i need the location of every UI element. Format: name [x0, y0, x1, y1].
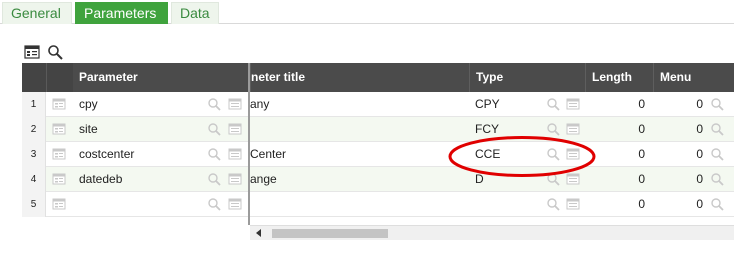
- lookup-icon[interactable]: [207, 97, 221, 111]
- cell-menu[interactable]: 0: [653, 167, 709, 192]
- table-row[interactable]: 3 costcenter Center CCE 0 0: [22, 142, 734, 167]
- row-detail-icon[interactable]: [52, 122, 66, 136]
- header-title[interactable]: neter title: [250, 63, 469, 92]
- lookup-icon[interactable]: [207, 122, 221, 136]
- cell-length[interactable]: 0: [585, 192, 653, 217]
- lookup-icon[interactable]: [207, 147, 221, 161]
- tab-general[interactable]: General: [2, 2, 72, 24]
- grid-view-icon[interactable]: [24, 44, 40, 60]
- detail-icon[interactable]: [566, 97, 580, 111]
- cell-title[interactable]: [250, 192, 469, 217]
- cell-length[interactable]: 0: [585, 92, 653, 117]
- row-detail-icon[interactable]: [52, 197, 66, 211]
- header-type[interactable]: Type: [469, 63, 585, 92]
- cell-parameter[interactable]: datedeb: [79, 167, 199, 192]
- lookup-icon[interactable]: [546, 97, 560, 111]
- cell-menu[interactable]: 0: [653, 192, 709, 217]
- detail-icon[interactable]: [228, 122, 242, 136]
- row-detail-icon[interactable]: [52, 172, 66, 186]
- tab-parameters[interactable]: Parameters: [75, 2, 168, 24]
- table-row[interactable]: 5 0 0: [22, 192, 734, 217]
- table-row[interactable]: 1 cpy any CPY 0 0: [22, 92, 734, 117]
- cell-parameter[interactable]: site: [79, 117, 199, 142]
- detail-icon[interactable]: [228, 97, 242, 111]
- parameters-grid: Parameter neter title Type Length Menu 1…: [22, 63, 734, 240]
- frozen-column-divider[interactable]: [248, 63, 250, 225]
- cell-parameter[interactable]: [79, 192, 199, 217]
- search-icon[interactable]: [47, 44, 63, 60]
- header-rownum: [22, 63, 46, 92]
- lookup-icon[interactable]: [710, 122, 724, 136]
- scroll-left-arrow-icon[interactable]: [256, 229, 261, 237]
- highlight-ellipse: [448, 136, 596, 177]
- table-row[interactable]: 4 datedeb ange D 0 0: [22, 167, 734, 192]
- lookup-icon[interactable]: [710, 172, 724, 186]
- cell-type[interactable]: [475, 192, 545, 217]
- cell-title[interactable]: any: [250, 92, 469, 117]
- header-menu[interactable]: Menu: [653, 63, 734, 92]
- lookup-icon[interactable]: [710, 147, 724, 161]
- cell-parameter[interactable]: costcenter: [79, 142, 199, 167]
- row-detail-icon[interactable]: [52, 97, 66, 111]
- row-number: 2: [22, 117, 46, 142]
- cell-type[interactable]: CPY: [475, 92, 545, 117]
- detail-icon[interactable]: [566, 197, 580, 211]
- scroll-thumb[interactable]: [272, 229, 388, 238]
- lookup-icon[interactable]: [710, 97, 724, 111]
- header-length[interactable]: Length: [585, 63, 653, 92]
- detail-icon[interactable]: [228, 197, 242, 211]
- lookup-icon[interactable]: [207, 172, 221, 186]
- cell-title[interactable]: [250, 117, 469, 142]
- lookup-icon[interactable]: [207, 197, 221, 211]
- lookup-icon[interactable]: [710, 197, 724, 211]
- detail-icon[interactable]: [228, 172, 242, 186]
- tab-data[interactable]: Data: [171, 2, 219, 24]
- row-number: 1: [22, 92, 46, 117]
- cell-menu[interactable]: 0: [653, 92, 709, 117]
- cell-menu[interactable]: 0: [653, 117, 709, 142]
- tab-bar: General Parameters Data: [0, 0, 734, 24]
- cell-menu[interactable]: 0: [653, 142, 709, 167]
- row-number: 3: [22, 142, 46, 167]
- detail-icon[interactable]: [228, 147, 242, 161]
- cell-title[interactable]: Center: [250, 142, 469, 167]
- header-icon-col: [46, 63, 73, 92]
- table-row[interactable]: 2 site FCY 0 0: [22, 117, 734, 142]
- row-number: 5: [22, 192, 46, 217]
- lookup-icon[interactable]: [546, 197, 560, 211]
- cell-parameter[interactable]: cpy: [79, 92, 199, 117]
- header-parameter[interactable]: Parameter: [73, 63, 248, 92]
- row-number: 4: [22, 167, 46, 192]
- cell-title[interactable]: ange: [250, 167, 469, 192]
- horizontal-scrollbar[interactable]: [250, 225, 734, 240]
- row-detail-icon[interactable]: [52, 147, 66, 161]
